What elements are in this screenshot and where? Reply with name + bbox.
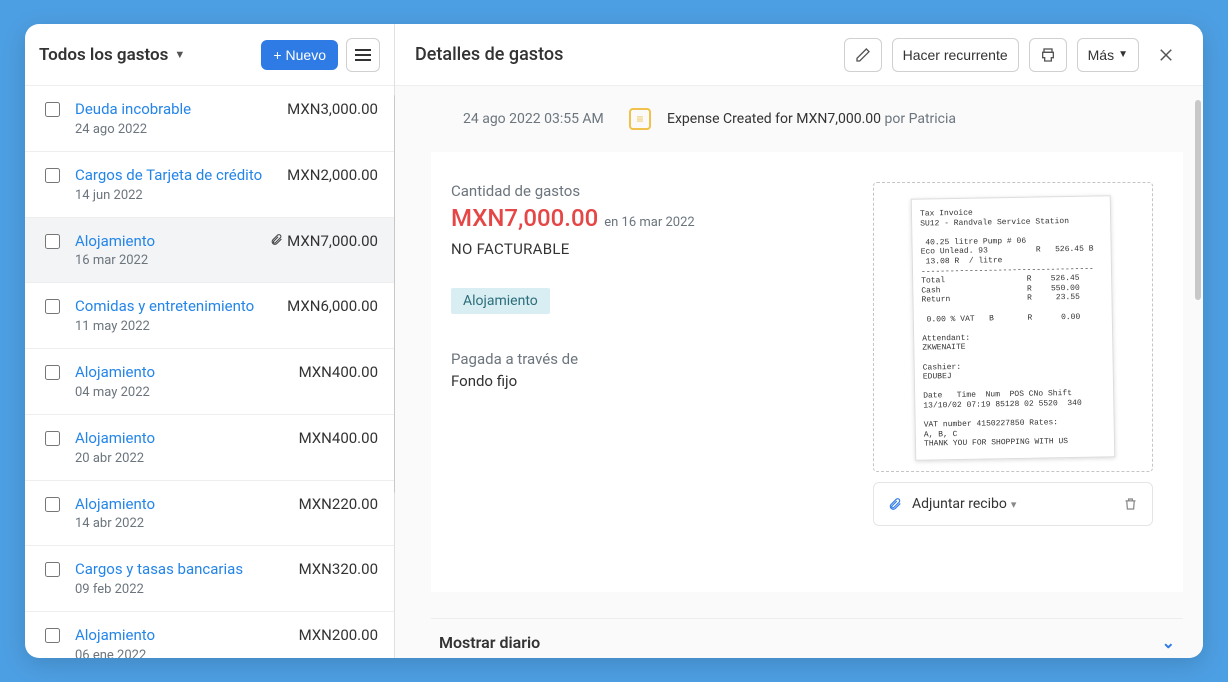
expense-row[interactable]: Cargos de Tarjeta de crédito 14 jun 2022 M… (25, 152, 394, 218)
make-recurring-button[interactable]: Hacer recurrente (892, 38, 1019, 72)
row-checkbox[interactable] (45, 102, 60, 117)
receipt-image: Tax Invoice SU12 - Randvale Service Stat… (911, 195, 1116, 460)
row-amount: MXN400.00 (299, 363, 378, 400)
row-title: Comidas y entretenimiento (75, 297, 275, 316)
row-title: Alojamiento (75, 626, 287, 645)
expense-row[interactable]: Alojamiento 16 mar 2022 MXN7,000.00 (25, 218, 394, 284)
row-amount: MXN400.00 (299, 429, 378, 466)
history-timestamp: 24 ago 2022 03:55 AM (463, 111, 613, 127)
history-entry: 24 ago 2022 03:55 AM ≡ Expense Created f… (431, 86, 1183, 152)
row-amount: MXN3,000.00 (287, 100, 378, 137)
amount-label: Cantidad de gastos (451, 182, 843, 200)
row-title: Cargos de Tarjeta de crédito (75, 166, 275, 185)
plus-icon: + (273, 47, 281, 63)
history-message: Expense Created for MXN7,000.00 (667, 111, 881, 127)
row-amount: MXN2,000.00 (287, 166, 378, 203)
new-expense-button[interactable]: + Nuevo (261, 40, 338, 70)
pencil-icon (855, 47, 871, 63)
list-filter-dropdown[interactable]: Todos los gastos ▼ (39, 45, 253, 65)
row-title: Alojamiento (75, 232, 258, 251)
row-date: 14 jun 2022 (75, 188, 275, 203)
row-title: Alojamiento (75, 495, 287, 514)
row-title: Alojamiento (75, 363, 287, 382)
paid-through-value: Fondo fijo (451, 372, 843, 390)
row-amount: MXN6,000.00 (287, 297, 378, 334)
row-date: 20 abr 2022 (75, 451, 287, 466)
row-amount: MXN220.00 (299, 495, 378, 532)
row-amount: MXN320.00 (299, 560, 378, 597)
row-checkbox[interactable] (45, 628, 60, 643)
row-checkbox[interactable] (45, 299, 60, 314)
billable-status: NO FACTURABLE (451, 240, 843, 258)
row-date: 09 feb 2022 (75, 582, 287, 597)
chevron-down-icon: ▾ (1011, 498, 1017, 511)
row-amount: MXN7,000.00 (270, 232, 378, 269)
new-button-label: Nuevo (286, 47, 326, 63)
list-header: Todos los gastos ▼ + Nuevo (25, 24, 394, 86)
expense-row[interactable]: Cargos y tasas bancarias 09 feb 2022 MXN32… (25, 546, 394, 612)
row-title: Cargos y tasas bancarias (75, 560, 287, 579)
paperclip-icon (888, 496, 902, 512)
expense-row[interactable]: Alojamiento 14 abr 2022 MXN220.00 (25, 481, 394, 547)
receipt-actions: Adjuntar recibo ▾ (873, 482, 1153, 526)
expense-detail-panel: Detalles de gastos Hacer recurrente Más … (395, 24, 1203, 658)
row-amount: MXN200.00 (299, 626, 378, 658)
row-checkbox[interactable] (45, 365, 60, 380)
more-menu-button[interactable]: Más ▼ (1077, 38, 1139, 72)
delete-receipt-button[interactable] (1123, 496, 1138, 512)
note-icon: ≡ (629, 108, 651, 130)
receipt-section: Tax Invoice SU12 - Randvale Service Stat… (873, 182, 1153, 572)
caret-down-icon: ▼ (174, 48, 185, 61)
category-tag[interactable]: Alojamiento (451, 288, 550, 314)
edit-button[interactable] (844, 38, 882, 72)
chevron-down-icon: ⌄ (1162, 633, 1175, 652)
history-author: Patricia (909, 111, 956, 127)
expense-list-panel: Todos los gastos ▼ + Nuevo Deuda incobra… (25, 24, 395, 658)
printer-icon (1040, 47, 1056, 63)
row-date: 11 may 2022 (75, 319, 275, 334)
close-detail-button[interactable] (1149, 38, 1183, 72)
row-title: Alojamiento (75, 429, 287, 448)
row-title: Deuda incobrable (75, 100, 275, 119)
paperclip-icon (270, 232, 283, 247)
row-date: 24 ago 2022 (75, 122, 275, 137)
close-icon (1157, 46, 1175, 64)
detail-body: 24 ago 2022 03:55 AM ≡ Expense Created f… (395, 86, 1203, 658)
amount-value: MXN7,000.00 (451, 204, 598, 232)
detail-header: Detalles de gastos Hacer recurrente Más … (395, 24, 1203, 86)
expense-row[interactable]: Alojamiento 04 may 2022 MXN400.00 (25, 349, 394, 415)
detail-card: Cantidad de gastos MXN7,000.00 en 16 mar… (431, 152, 1183, 592)
row-checkbox[interactable] (45, 431, 60, 446)
detail-title: Detalles de gastos (415, 44, 834, 65)
row-checkbox[interactable] (45, 497, 60, 512)
caret-down-icon: ▼ (1118, 49, 1128, 60)
row-checkbox[interactable] (45, 168, 60, 183)
expense-list[interactable]: Deuda incobrable 24 ago 2022 MXN3,000.00 Ca… (25, 86, 394, 658)
row-date: 14 abr 2022 (75, 516, 287, 531)
list-menu-button[interactable] (346, 38, 380, 72)
paid-through-label: Pagada a través de (451, 350, 843, 368)
show-journal-toggle[interactable]: Mostrar diario ⌄ (431, 618, 1183, 658)
receipt-preview[interactable]: Tax Invoice SU12 - Randvale Service Stat… (873, 182, 1153, 472)
expense-row[interactable]: Alojamiento 20 abr 2022 MXN400.00 (25, 415, 394, 481)
amount-date: en 16 mar 2022 (604, 215, 694, 230)
expense-row[interactable]: Comidas y entretenimiento 11 may 2022 MXN6… (25, 283, 394, 349)
expense-row[interactable]: Deuda incobrable 24 ago 2022 MXN3,000.00 (25, 86, 394, 152)
list-title: Todos los gastos (39, 45, 168, 65)
expense-row[interactable]: Alojamiento 06 ene 2022 MXN200.00 (25, 612, 394, 658)
row-checkbox[interactable] (45, 562, 60, 577)
row-checkbox[interactable] (45, 234, 60, 249)
attach-receipt-button[interactable]: Adjuntar recibo ▾ (912, 496, 1016, 512)
print-button[interactable] (1029, 38, 1067, 72)
app-window: Todos los gastos ▼ + Nuevo Deuda incobra… (25, 24, 1203, 658)
row-date: 04 may 2022 (75, 385, 287, 400)
row-date: 06 ene 2022 (75, 648, 287, 658)
row-date: 16 mar 2022 (75, 253, 258, 268)
